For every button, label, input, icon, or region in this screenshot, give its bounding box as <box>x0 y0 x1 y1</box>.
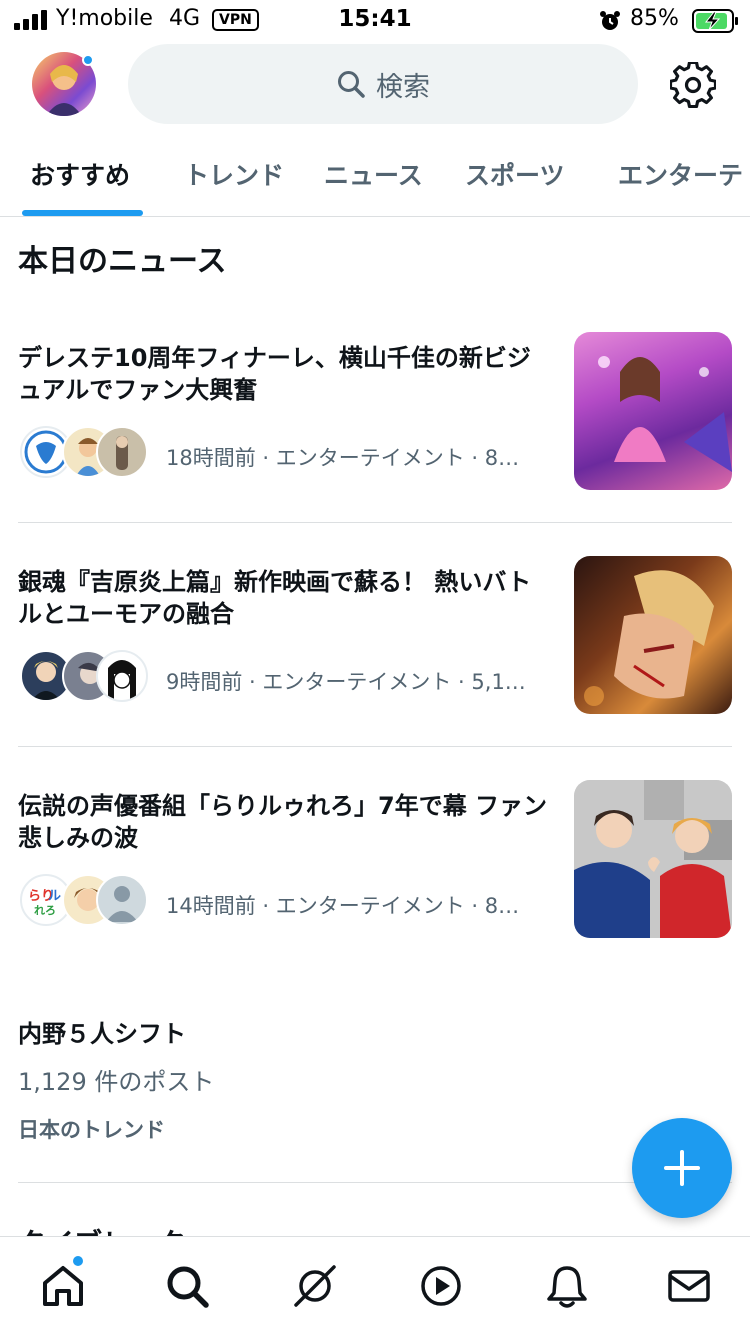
compose-button[interactable] <box>632 1118 732 1218</box>
tab-recommended[interactable]: おすすめ <box>30 156 130 192</box>
trend-name[interactable]: 内野５人シフト <box>18 1014 186 1049</box>
battery-percent: 85% <box>630 6 679 31</box>
bottom-nav <box>0 1236 750 1334</box>
trend-post-count: 1,129 件のポスト <box>18 1068 215 1096</box>
news-item[interactable]: デレステ10周年フィナーレ、横山千佳の新ビジュアルでファン大興奮 18時間前 ·… <box>0 332 750 522</box>
tab-bar: おすすめ トレンド ニュース スポーツ エンターテ <box>0 140 750 217</box>
battery-icon <box>692 9 738 33</box>
plus-icon <box>664 1150 700 1186</box>
news-item[interactable]: 銀魂『吉原炎上篇』新作映画で蘇る！ 熱いバトルとユーモアの融合 9時間前 · エ… <box>0 556 750 746</box>
mail-icon[interactable] <box>666 1263 712 1309</box>
source-avatar <box>96 426 148 478</box>
news-title: 伝説の声優番組「らりルゥれろ」7年で幕 ファン悲しみの波 <box>18 792 548 852</box>
divider <box>18 1182 732 1183</box>
bell-icon[interactable] <box>544 1263 590 1309</box>
gear-icon[interactable] <box>670 62 716 108</box>
tab-news[interactable]: ニュース <box>324 156 423 192</box>
active-tab-indicator <box>22 210 143 216</box>
play-icon[interactable] <box>418 1263 464 1309</box>
tab-entertainment[interactable]: エンターテ <box>618 156 743 192</box>
trend-region: 日本のトレンド <box>18 1118 165 1142</box>
news-thumbnail <box>574 556 732 714</box>
grok-icon[interactable] <box>292 1263 338 1309</box>
news-title: 銀魂『吉原炎上篇』新作映画で蘇る！ 熱いバトルとユーモアの融合 <box>18 568 532 628</box>
search-icon <box>338 71 365 98</box>
news-meta: 9時間前 · エンターテイメント · 5,1… <box>166 670 526 694</box>
svg-text:ル: ル <box>48 889 61 904</box>
news-item[interactable]: 伝説の声優番組「らりルゥれろ」7年で幕 ファン悲しみの波 らりルれろ 14時間前… <box>0 780 750 970</box>
divider <box>18 522 732 523</box>
alarm-icon <box>600 11 620 30</box>
default-avatar-icon <box>96 874 148 926</box>
search-bar[interactable]: 検索 <box>128 44 638 124</box>
home-notification-dot <box>73 1256 83 1266</box>
search-icon[interactable] <box>164 1263 210 1309</box>
search-placeholder: 検索 <box>376 71 430 103</box>
news-thumbnail <box>574 332 732 490</box>
status-bar: Y!mobile 4G VPN 15:41 85% <box>0 0 750 42</box>
news-thumbnail <box>574 780 732 938</box>
home-icon[interactable] <box>40 1263 86 1309</box>
tab-sports[interactable]: スポーツ <box>465 156 565 192</box>
news-meta: 14時間前 · エンターテイメント · 8… <box>166 894 520 918</box>
source-avatar <box>96 650 148 702</box>
divider <box>18 746 732 747</box>
section-title: 本日のニュース <box>18 244 227 279</box>
svg-text:れろ: れろ <box>34 904 56 917</box>
tab-trends[interactable]: トレンド <box>184 156 284 192</box>
news-title: デレステ10周年フィナーレ、横山千佳の新ビジュアルでファン大興奮 <box>18 344 531 404</box>
news-meta: 18時間前 · エンターテイメント · 8… <box>166 446 520 470</box>
notification-dot <box>82 54 94 66</box>
